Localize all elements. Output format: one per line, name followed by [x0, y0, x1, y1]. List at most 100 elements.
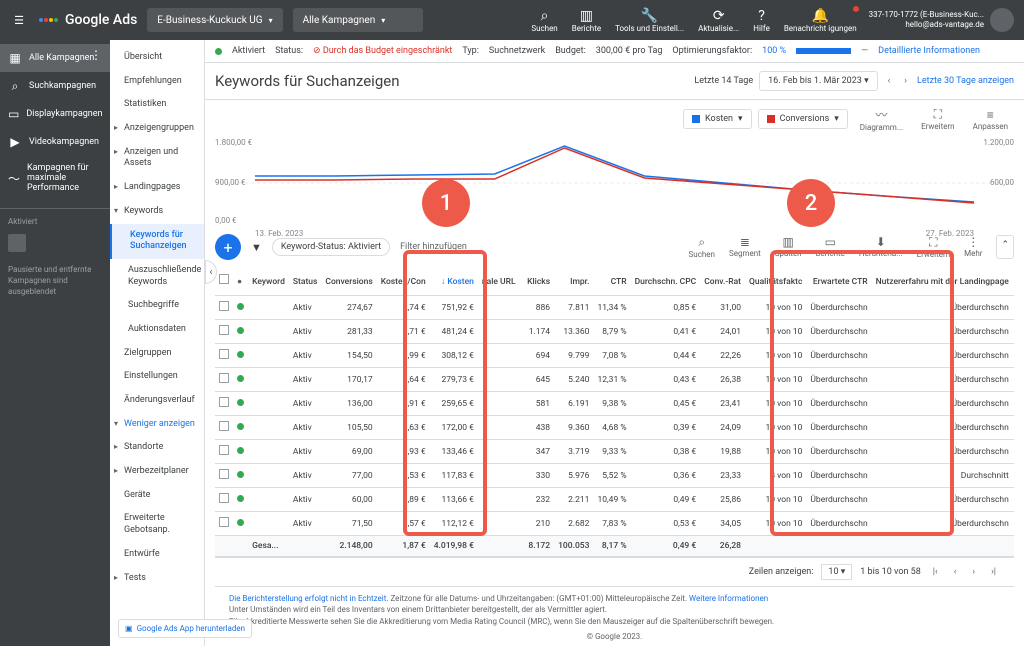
table-row[interactable]: Aktiv77,001,53 €117,83 €3305.9765,52 %0,…: [215, 464, 1014, 488]
column-header[interactable]: nale URL: [478, 266, 520, 296]
budget-warning[interactable]: ⊘ Durch das Budget eingeschränkt: [313, 46, 452, 56]
tbl-columns[interactable]: ▥Spalten: [769, 235, 808, 259]
nav2-item[interactable]: Keywords für Suchanzeigen: [110, 224, 204, 259]
header-tools[interactable]: 🔧Tools und Einstell...: [609, 8, 690, 33]
table-row[interactable]: Aktiv154,501,99 €308,12 €6949.7997,08 %0…: [215, 344, 1014, 368]
tbl-expand[interactable]: ⛶Erweitern: [911, 235, 957, 259]
row-checkbox[interactable]: [219, 301, 229, 311]
tbl-segment[interactable]: ≣Segment: [723, 235, 767, 259]
account-info[interactable]: 337-170-1772 (E-Business-Kuc...hello@ads…: [863, 10, 990, 31]
add-button[interactable]: +: [215, 234, 241, 260]
rows-per-page[interactable]: 10 ▾: [821, 564, 852, 580]
column-expand-toggle[interactable]: ⌃: [996, 235, 1014, 259]
column-header[interactable]: Impr.: [554, 266, 593, 296]
column-header[interactable]: Conv.-Rat: [700, 266, 745, 296]
metric1-chip[interactable]: Kosten▾: [683, 109, 752, 129]
nav2-item[interactable]: Keywords: [110, 200, 204, 224]
details-link[interactable]: Detaillierte Informationen: [878, 46, 980, 56]
avatar[interactable]: [990, 8, 1014, 32]
column-header[interactable]: ↓ Kosten: [430, 266, 478, 296]
filter-pill-status[interactable]: Keyword-Status: Aktiviert: [272, 238, 390, 256]
opt-score[interactable]: 100 %: [762, 46, 786, 56]
tbl-download[interactable]: ⬇Herunterla...: [853, 235, 909, 259]
tbl-search[interactable]: ⌕Suchen: [683, 235, 721, 259]
chart-type[interactable]: 〰Diagramm...: [854, 106, 909, 132]
column-header[interactable]: Keyword: [248, 266, 289, 296]
column-header[interactable]: Nutzererfahru mit der Landingpage: [872, 266, 1013, 296]
tbl-more[interactable]: ⋮Mehr: [958, 235, 988, 259]
table-row[interactable]: Aktiv170,171,64 €279,73 €6455.24012,31 %…: [215, 368, 1014, 392]
column-header[interactable]: Anzeigenrelev: [1013, 266, 1014, 296]
breadcrumb-account[interactable]: E-Business-Kuckuck UG▾: [147, 8, 282, 32]
table-row[interactable]: Aktiv71,501,57 €112,12 €2102.6827,83 %0,…: [215, 512, 1014, 536]
nav1-display[interactable]: ▭Displaykampagnen: [0, 100, 110, 128]
tbl-reports[interactable]: ▭Berichte: [810, 235, 851, 259]
metric2-chip[interactable]: Conversions▾: [758, 109, 848, 129]
column-header[interactable]: Conversions: [321, 266, 376, 296]
app-download-badge[interactable]: ▣ Google Ads App herunterladen: [118, 619, 252, 638]
menu-icon[interactable]: ☰: [10, 11, 28, 29]
table-row[interactable]: Aktiv60,001,89 €113,66 €2322.21110,49 %0…: [215, 488, 1014, 512]
nav2-item[interactable]: Auszuschließende Keywords: [110, 259, 204, 294]
table-row[interactable]: Aktiv105,501,63 €172,00 €4389.3604,68 %0…: [215, 416, 1014, 440]
page-prev[interactable]: ‹: [950, 567, 961, 577]
table-row[interactable]: Aktiv281,331,71 €481,24 €1.17413.3608,79…: [215, 320, 1014, 344]
column-header[interactable]: [215, 266, 233, 296]
table-row[interactable]: Aktiv69,001,93 €133,46 €3473.7199,33 %0,…: [215, 440, 1014, 464]
nav2-item[interactable]: Einstellungen: [110, 365, 204, 389]
chart-adjust[interactable]: ≡Anpassen: [967, 108, 1014, 131]
nav2-item[interactable]: Statistiken: [110, 93, 204, 117]
row-checkbox[interactable]: [219, 445, 229, 455]
nav2-item[interactable]: Geräte: [110, 484, 204, 508]
column-header[interactable]: Qualitätsfaktc: [745, 266, 806, 296]
row-checkbox[interactable]: [219, 397, 229, 407]
table-row[interactable]: Aktiv274,672,74 €751,92 €8867.81111,34 %…: [215, 296, 1014, 320]
table-row[interactable]: Aktiv136,001,91 €259,65 €5816.1919,38 %0…: [215, 392, 1014, 416]
add-filter-link[interactable]: Filter hinzufügen: [400, 242, 467, 252]
nav2-item[interactable]: Empfehlungen: [110, 70, 204, 94]
row-checkbox[interactable]: [219, 493, 229, 503]
nav1-thumbnail[interactable]: [8, 234, 26, 252]
nav2-item[interactable]: Entwürfe: [110, 543, 204, 567]
row-checkbox[interactable]: [219, 517, 229, 527]
row-checkbox[interactable]: [219, 373, 229, 383]
breadcrumb-campaign[interactable]: Alle Kampagnen▾: [293, 8, 423, 32]
column-header[interactable]: Durchschn. CPC: [631, 266, 701, 296]
header-reports[interactable]: ▥Berichte: [566, 8, 607, 33]
nav2-item[interactable]: Erweiterte Gebotsanp.: [110, 507, 204, 542]
date-range-picker[interactable]: 16. Feb bis 1. Mär 2023 ▾: [759, 71, 877, 91]
nav2-item[interactable]: Standorte: [110, 436, 204, 460]
header-help[interactable]: ?Hilfe: [747, 8, 776, 33]
nav2-item[interactable]: Tests: [110, 567, 204, 591]
column-header[interactable]: Status: [289, 266, 322, 296]
table-wrapper[interactable]: ●KeywordStatusConversionsKosten/Con↓ Kos…: [215, 266, 1014, 557]
nav2-item[interactable]: Zielgruppen: [110, 342, 204, 366]
column-header[interactable]: Kosten/Con: [377, 266, 430, 296]
column-header[interactable]: Erwartete CTR: [806, 266, 871, 296]
header-search[interactable]: ⌕Suchen: [525, 8, 563, 33]
select-all-checkbox[interactable]: [219, 274, 229, 284]
row-checkbox[interactable]: [219, 421, 229, 431]
nav2-item[interactable]: Anzeigen und Assets: [110, 141, 204, 176]
nav1-search[interactable]: ⌕Suchkampagnen: [0, 72, 110, 100]
nav2-item[interactable]: Landingpages: [110, 176, 204, 200]
header-refresh[interactable]: ⟳Aktualisie...: [692, 8, 745, 33]
nav2-item[interactable]: Werbezeitplaner: [110, 460, 204, 484]
page-last[interactable]: ›|: [987, 567, 1000, 577]
nav2-item[interactable]: Weniger anzeigen: [110, 413, 204, 437]
more-icon[interactable]: ⋮: [90, 48, 102, 62]
row-checkbox[interactable]: [219, 469, 229, 479]
nav2-item[interactable]: Anzeigengruppen: [110, 117, 204, 141]
column-header[interactable]: CTR: [593, 266, 630, 296]
chart-expand[interactable]: ⛶Erweitern: [915, 107, 961, 131]
row-checkbox[interactable]: [219, 325, 229, 335]
nav1-video[interactable]: ▶Videokampagnen: [0, 128, 110, 156]
column-header[interactable]: Klicks: [520, 266, 555, 296]
page-next[interactable]: ›: [968, 567, 979, 577]
date-next[interactable]: ›: [900, 76, 911, 86]
date-prev[interactable]: ‹: [884, 76, 895, 86]
last-30-link[interactable]: Letzte 30 Tage anzeigen: [917, 76, 1014, 86]
nav2-item[interactable]: Suchbegriffe: [110, 294, 204, 318]
header-notify[interactable]: 🔔Benachricht igungen: [778, 8, 863, 33]
nav2-item[interactable]: Auktionsdaten: [110, 318, 204, 342]
